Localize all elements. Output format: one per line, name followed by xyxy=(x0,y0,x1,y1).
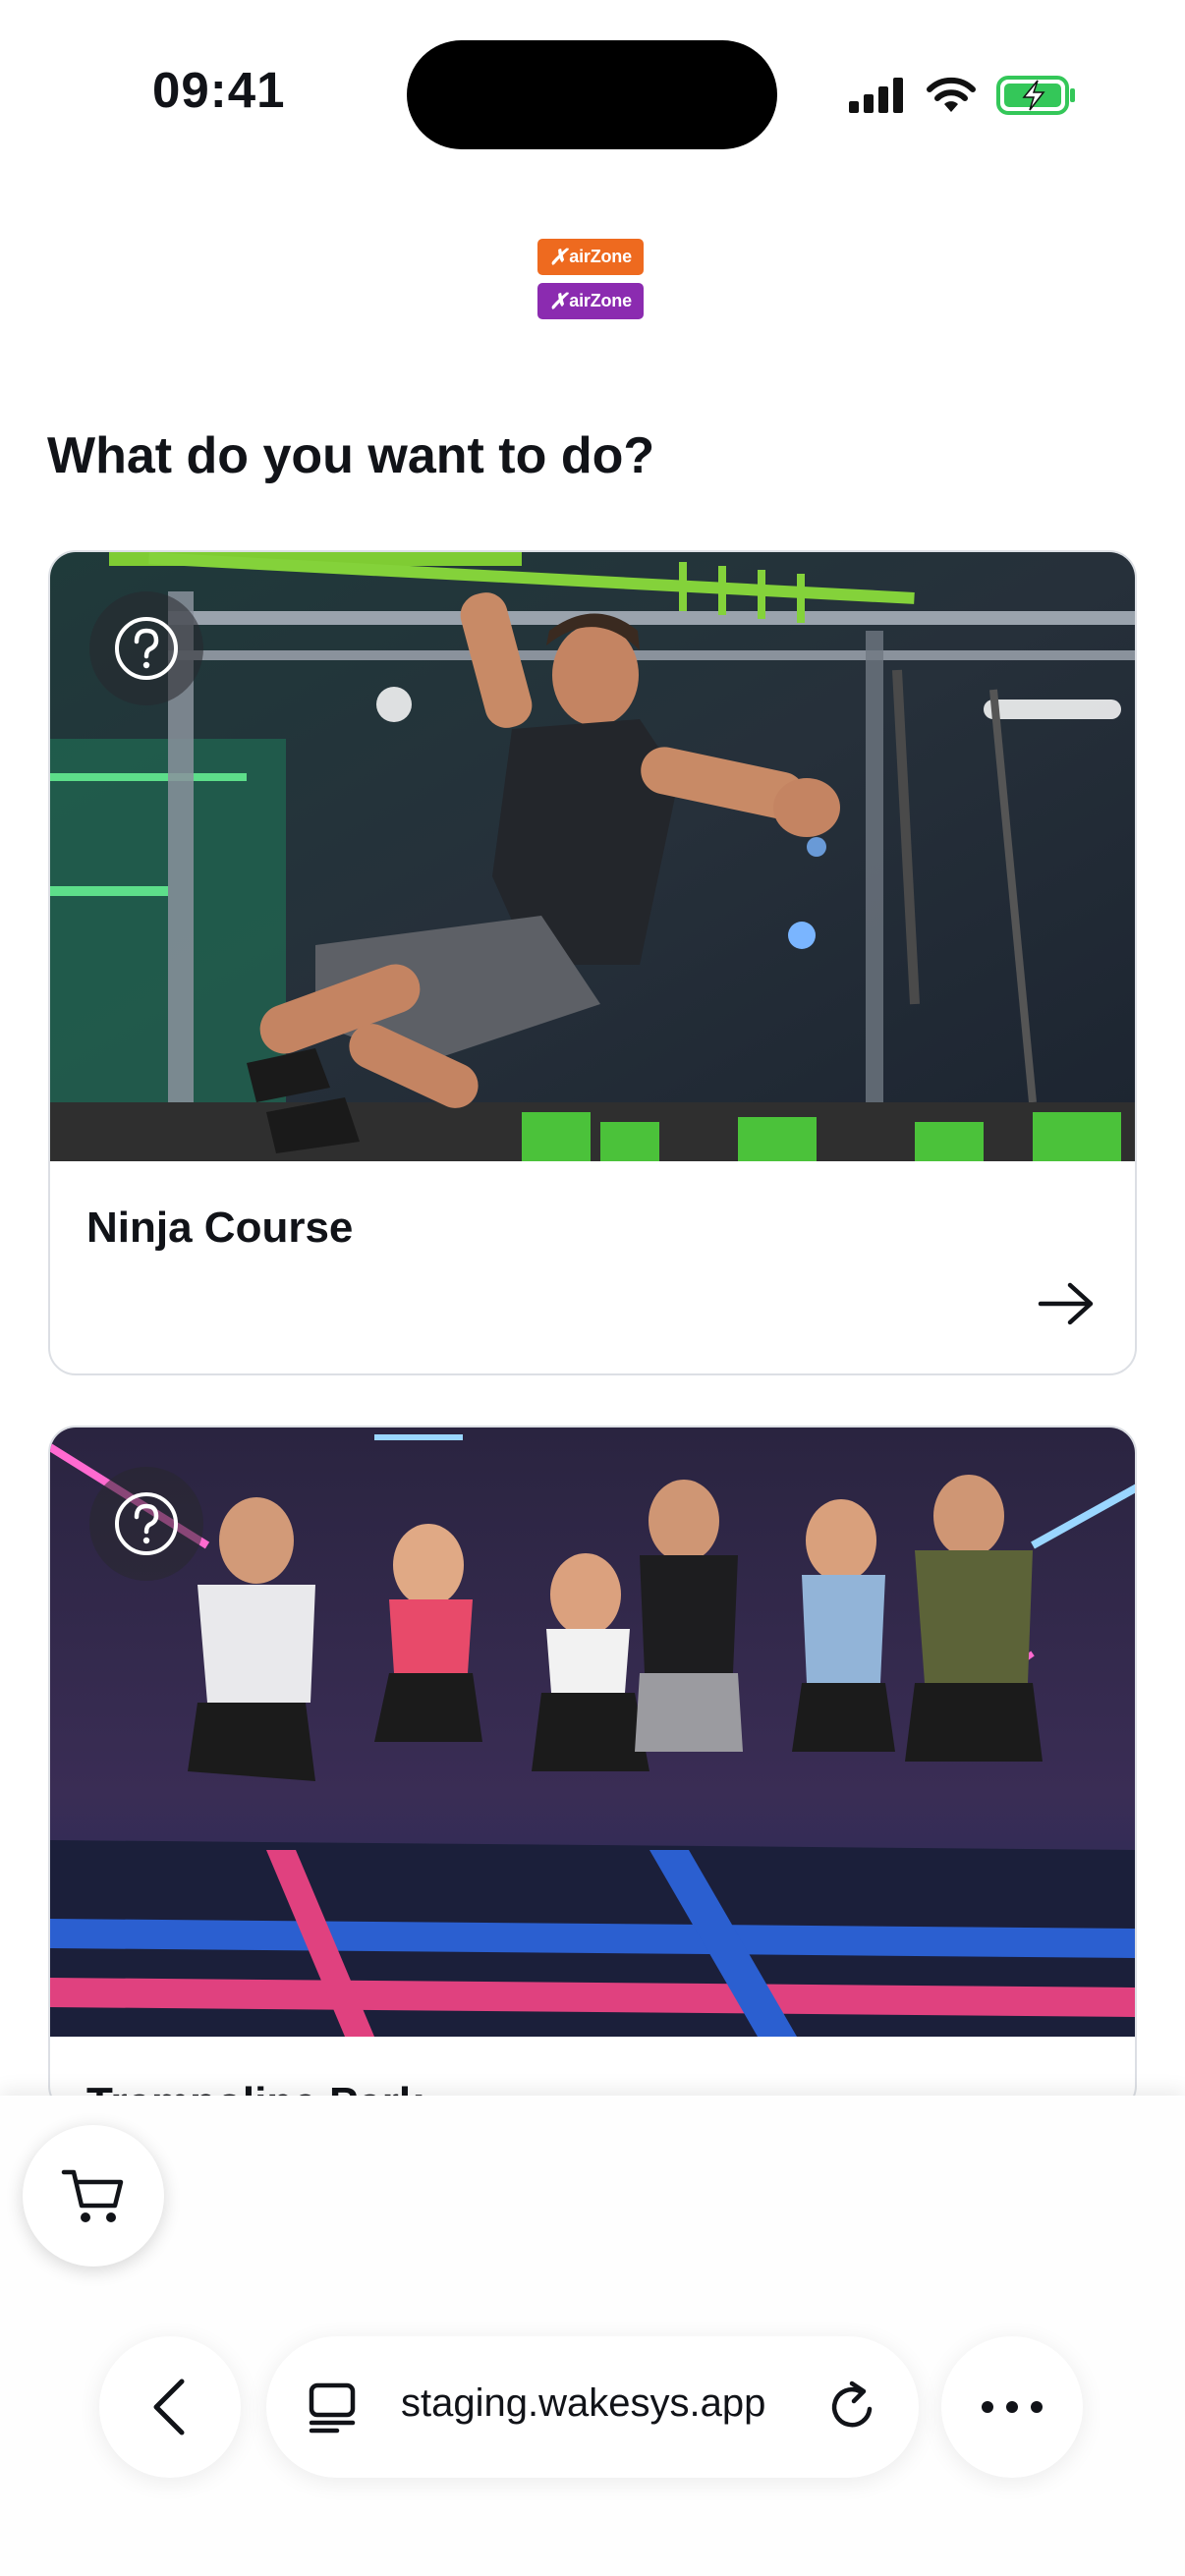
question-circle-icon xyxy=(115,1492,178,1555)
help-button[interactable] xyxy=(89,1467,203,1581)
back-chevron-icon xyxy=(153,2379,185,2436)
card-image xyxy=(50,1428,1135,2037)
reload-icon[interactable] xyxy=(826,2380,881,2435)
more-button[interactable] xyxy=(941,2336,1083,2478)
trampoline-park-photo xyxy=(50,1428,1135,2037)
cart-icon xyxy=(61,2169,124,2222)
card-title: Ninja Course xyxy=(86,1204,354,1252)
battery-charging-icon xyxy=(996,76,1075,115)
page-title: What do you want to do? xyxy=(47,427,655,484)
status-time: 09:41 xyxy=(152,62,286,118)
activity-card-trampoline[interactable]: Trampoline Park xyxy=(48,1426,1137,2113)
signal-icon xyxy=(849,78,903,113)
logo-figure-icon: ✗ xyxy=(549,288,568,313)
logo-bottom: ✗ airZone xyxy=(537,283,644,319)
tab-overview-icon[interactable] xyxy=(306,2380,361,2435)
cart-button[interactable] xyxy=(23,2125,164,2267)
help-button[interactable] xyxy=(89,591,203,705)
arrow-right-icon[interactable] xyxy=(1037,1279,1096,1328)
brand-logo: ✗ airZone ✗ airZone xyxy=(537,239,644,327)
back-button[interactable] xyxy=(99,2336,241,2478)
logo-top: ✗ airZone xyxy=(537,239,644,275)
question-circle-icon xyxy=(115,617,178,680)
card-image xyxy=(50,552,1135,1161)
ninja-course-photo xyxy=(50,552,1135,1161)
url-text: staging.wakesys.app xyxy=(401,2381,766,2425)
address-bar[interactable]: staging.wakesys.app xyxy=(266,2336,919,2478)
activity-card-ninja[interactable]: Ninja Course xyxy=(48,550,1137,1375)
status-icons xyxy=(849,71,1077,120)
dynamic-island xyxy=(407,40,777,149)
logo-figure-icon: ✗ xyxy=(549,244,568,269)
wifi-icon xyxy=(927,77,976,112)
app-screen: 09:41 ✗ airZone ✗ airZone What do you wan xyxy=(0,0,1185,2576)
more-icon xyxy=(982,2401,1043,2413)
